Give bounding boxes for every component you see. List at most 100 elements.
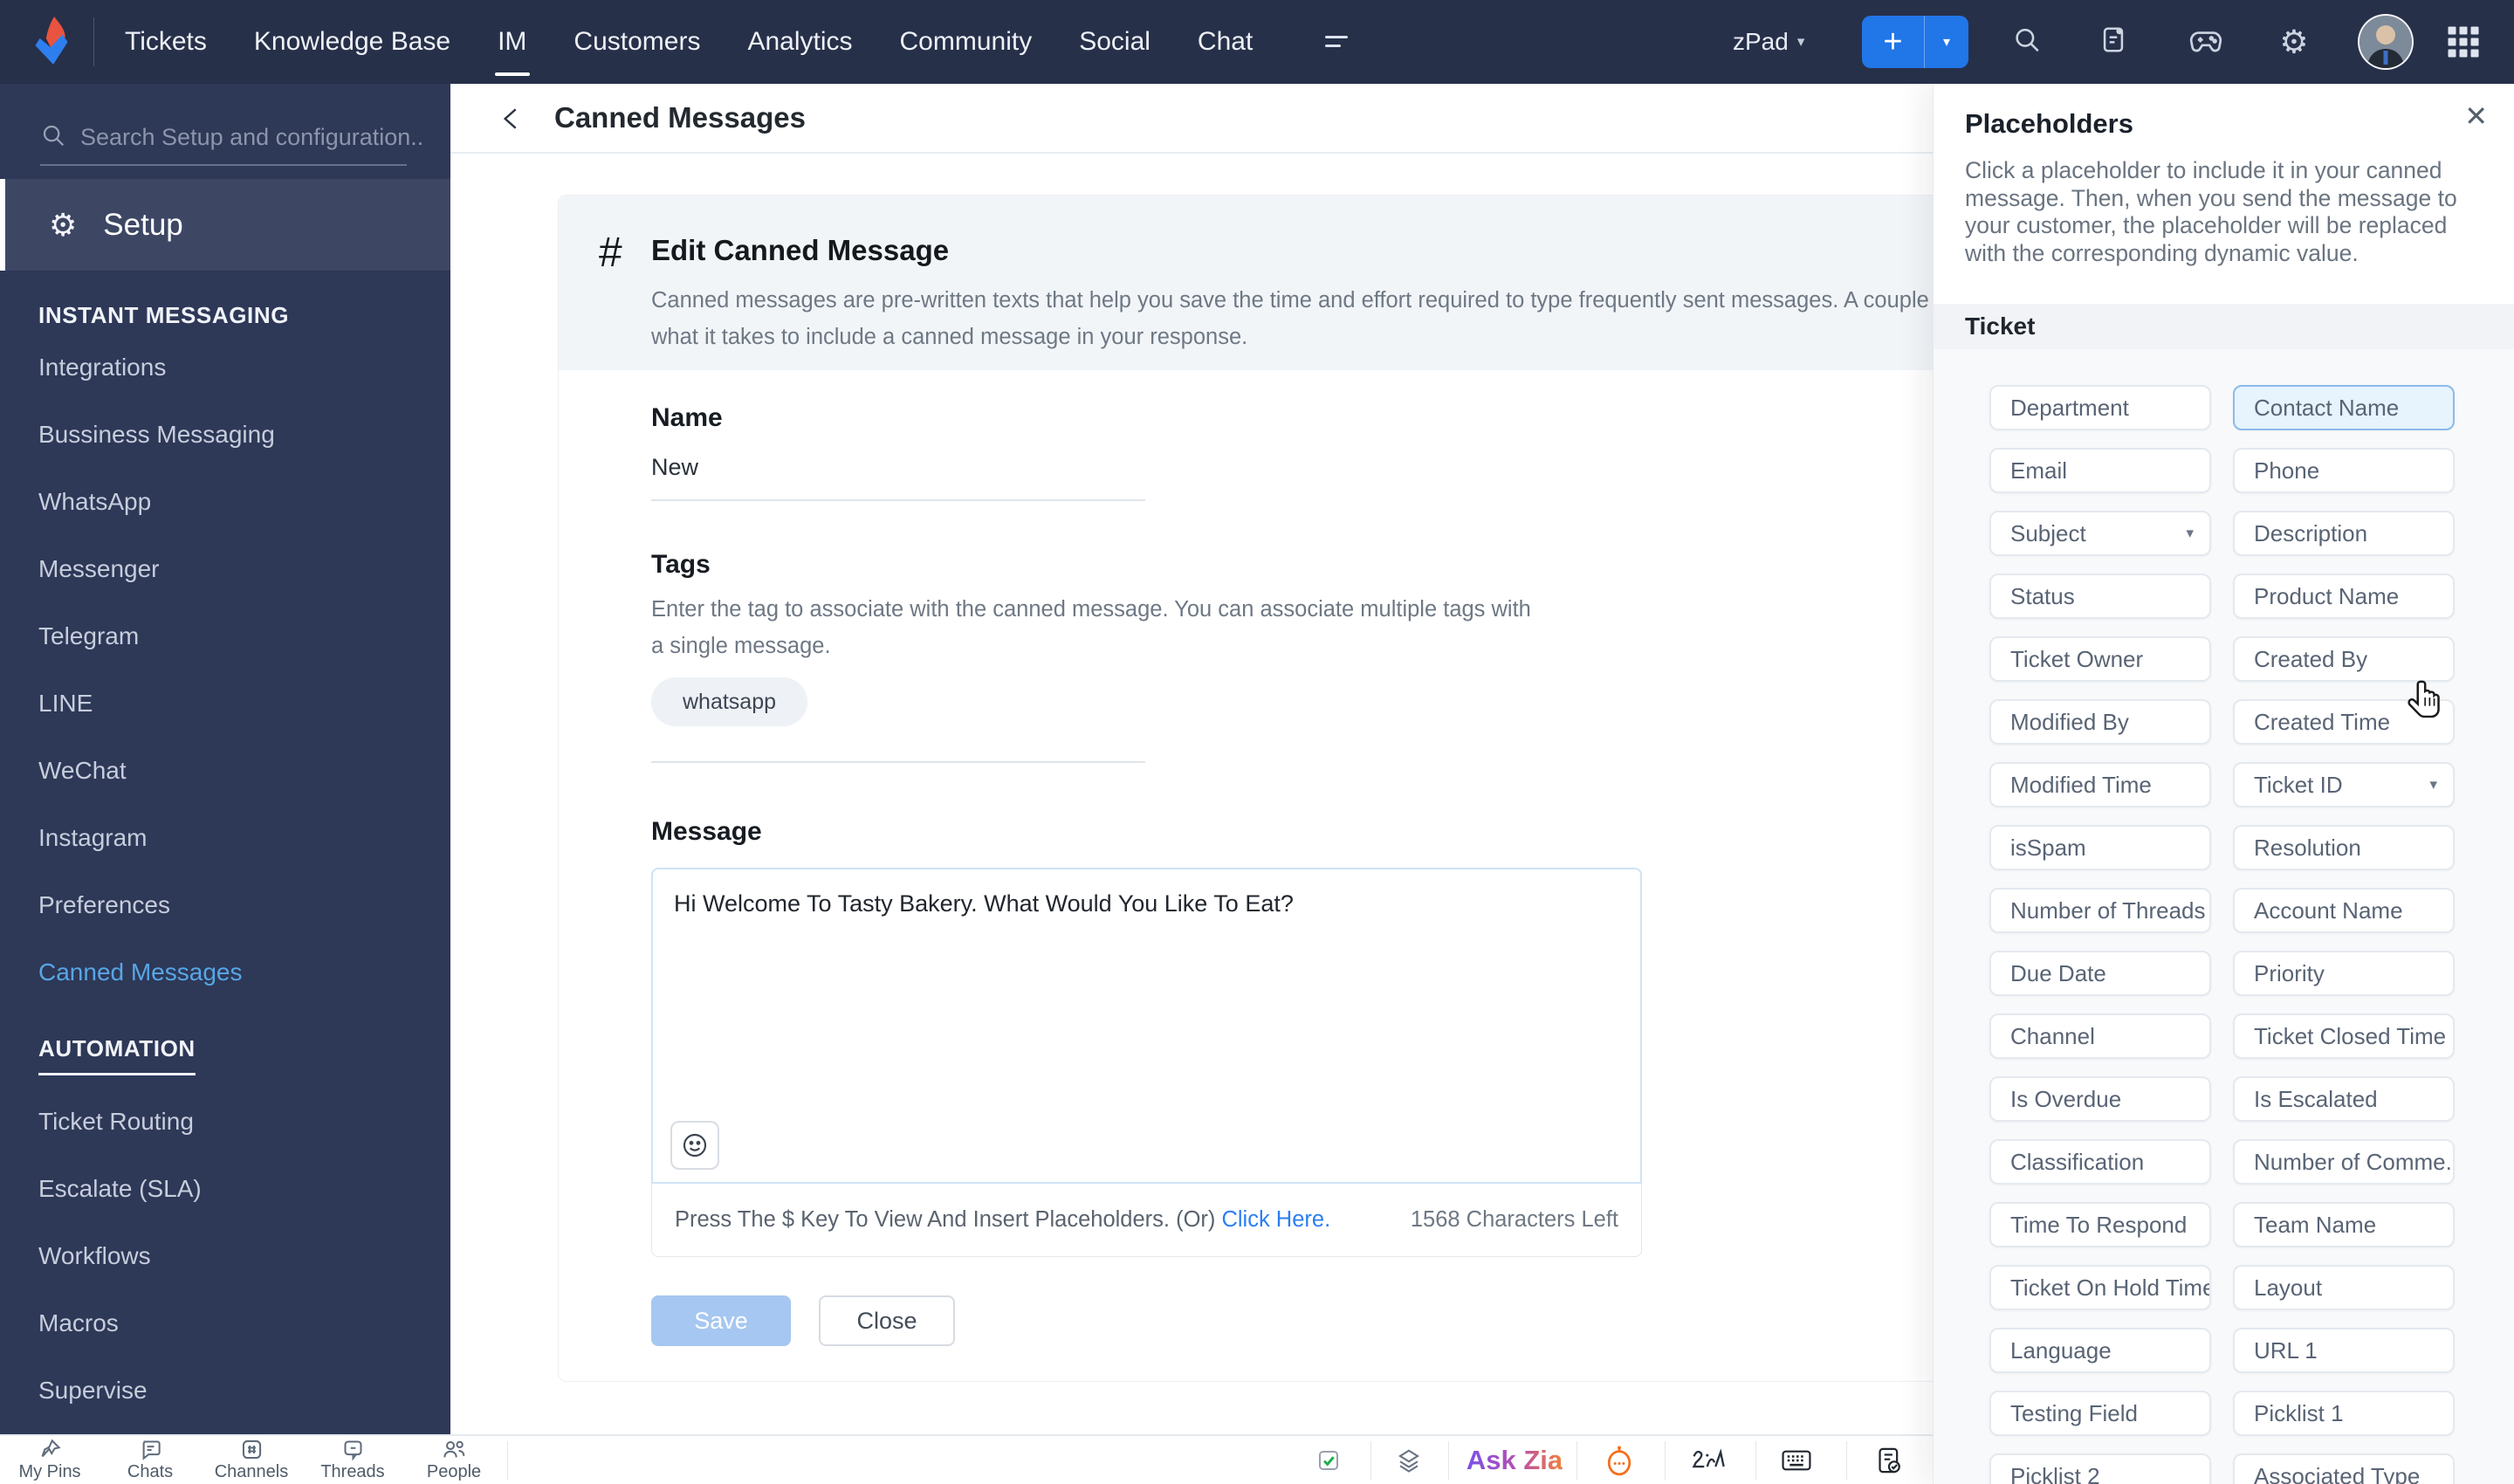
card-description-line2: what it takes to include a canned messag… <box>651 325 1248 349</box>
layers-icon[interactable] <box>1396 1436 1422 1484</box>
sidebar-item[interactable]: Ticket Routing <box>0 1088 450 1155</box>
search-icon[interactable] <box>2012 25 2042 59</box>
nav-item[interactable]: Knowledge Base <box>254 27 450 57</box>
placeholder-pill[interactable]: Ticket Owner ▾ <box>1989 636 2211 682</box>
sidebar-item[interactable]: Escalate (SLA) <box>0 1155 450 1222</box>
sidebar-item[interactable]: Bussiness Messaging <box>0 401 450 468</box>
placeholder-pill[interactable]: Modified By ▾ <box>1989 699 2211 745</box>
nav-item[interactable]: Community <box>900 27 1033 57</box>
bottombar-threads[interactable]: Threads <box>305 1436 401 1484</box>
placeholder-pill[interactable]: Language ▾ <box>1989 1328 2211 1373</box>
placeholder-pill[interactable]: Description ▾ <box>2233 511 2455 556</box>
placeholder-pill[interactable]: Account Name ▾ <box>2233 888 2455 933</box>
nav-more-icon[interactable] <box>1320 34 1348 64</box>
sidebar-item[interactable]: LINE <box>0 670 450 737</box>
save-button[interactable]: Save <box>651 1295 791 1346</box>
placeholder-pill[interactable]: Resolution ▾ <box>2233 825 2455 870</box>
placeholder-pill[interactable]: Associated Type ▾ <box>2233 1453 2455 1484</box>
nav-item[interactable]: Analytics <box>747 27 852 57</box>
tag-chip[interactable]: whatsapp <box>651 677 808 726</box>
emoji-button[interactable] <box>670 1121 719 1170</box>
bottombar-channels[interactable]: Channels <box>203 1436 299 1484</box>
tags-description-line2: a single message. <box>651 634 831 658</box>
tasks-checkbox-icon[interactable] <box>1315 1436 1342 1484</box>
sidebar-item[interactable]: WhatsApp <box>0 468 450 535</box>
department-selector[interactable]: zPad ▾ <box>1733 0 1804 84</box>
sidebar-item[interactable]: Supervise <box>0 1357 450 1424</box>
sidebar-item[interactable]: Workflows <box>0 1222 450 1289</box>
placeholder-pill[interactable]: Contact Name ▾ <box>2233 385 2455 430</box>
nav-item[interactable]: Social <box>1079 27 1151 57</box>
placeholder-pill[interactable]: Classification ▾ <box>1989 1139 2211 1185</box>
placeholder-pill[interactable]: Priority ▾ <box>2233 951 2455 996</box>
placeholder-pill[interactable]: URL 1 ▾ <box>2233 1328 2455 1373</box>
sidebar-item[interactable]: Macros <box>0 1289 450 1357</box>
close-button[interactable]: Close <box>819 1295 955 1346</box>
placeholder-pill[interactable]: Is Overdue ▾ <box>1989 1076 2211 1122</box>
placeholder-pill[interactable]: Picklist 1 ▾ <box>2233 1391 2455 1436</box>
placeholder-pill[interactable]: isSpam ▾ <box>1989 825 2211 870</box>
nav-item[interactable]: Customers <box>574 27 700 57</box>
placeholder-pill[interactable]: Phone ▾ <box>2233 448 2455 493</box>
sidebar-item[interactable]: Messenger <box>0 535 450 602</box>
click-here-link[interactable]: Click Here. <box>1221 1207 1330 1232</box>
nav-item[interactable]: Tickets <box>125 27 207 57</box>
placeholder-pill[interactable]: Ticket ID ▾ <box>2233 762 2455 807</box>
placeholder-pill[interactable]: Number of Comme... ▾ <box>2233 1139 2455 1185</box>
nav-item[interactable]: IM <box>498 27 526 57</box>
setup-search-input[interactable]: Search Setup and configuration.. <box>0 108 450 169</box>
placeholder-pill[interactable]: Layout ▾ <box>2233 1265 2455 1310</box>
placeholder-pill[interactable]: Number of Threads ▾ <box>1989 888 2211 933</box>
placeholder-pill[interactable]: Due Date ▾ <box>1989 951 2211 996</box>
bottombar-chats[interactable]: Chats <box>102 1436 198 1484</box>
placeholder-pill[interactable]: Department ▾ <box>1989 385 2211 430</box>
sidebar-item[interactable]: WeChat <box>0 737 450 804</box>
message-textarea[interactable]: Hi Welcome To Tasty Bakery. What Would Y… <box>651 868 1642 1184</box>
sidebar-item[interactable]: Canned Messages <box>0 938 450 1006</box>
keyboard-icon[interactable] <box>1781 1436 1812 1484</box>
zia-robot-icon[interactable] <box>1604 1436 1634 1484</box>
pin-icon <box>41 1439 61 1458</box>
release-notes-icon[interactable] <box>2098 25 2128 59</box>
placeholder-pill[interactable]: Status ▾ <box>1989 574 2211 619</box>
sidebar-item[interactable]: Preferences <box>0 871 450 938</box>
back-button[interactable] <box>499 105 527 137</box>
placeholder-pill[interactable]: Picklist 2 ▾ <box>1989 1453 2211 1484</box>
chevron-down-icon[interactable]: ▾ <box>1925 16 1968 68</box>
gamepad-icon[interactable] <box>2189 24 2222 61</box>
placeholder-pill[interactable]: Product Name ▾ <box>2233 574 2455 619</box>
sidebar-item[interactable]: Integrations <box>0 333 450 401</box>
avatar[interactable] <box>2358 14 2414 70</box>
zia-script-icon[interactable] <box>1691 1436 1726 1484</box>
placeholder-pill[interactable]: Created By ▾ <box>2233 636 2455 682</box>
section-header-ticket: Ticket <box>1934 304 2514 349</box>
close-icon[interactable]: ✕ <box>2464 100 2488 133</box>
bottombar-my-pins[interactable]: My Pins <box>2 1436 98 1484</box>
ask-zia-button[interactable]: Ask Zia <box>1466 1436 1563 1484</box>
smiley-icon <box>683 1133 707 1158</box>
placeholder-pill[interactable]: Modified Time ▾ <box>1989 762 2211 807</box>
placeholder-pill[interactable]: Email ▾ <box>1989 448 2211 493</box>
placeholder-pill[interactable]: Subject ▾ <box>1989 511 2211 556</box>
bottombar-people[interactable]: People <box>406 1436 502 1484</box>
sidebar-item[interactable]: Telegram <box>0 602 450 670</box>
placeholder-pill[interactable]: Ticket Closed Time ▾ <box>2233 1013 2455 1059</box>
nav-item[interactable]: Chat <box>1198 27 1253 57</box>
placeholder-pill[interactable]: Is Escalated ▾ <box>2233 1076 2455 1122</box>
sidebar-item[interactable]: Instagram <box>0 804 450 871</box>
placeholder-pill[interactable]: Channel ▾ <box>1989 1013 2211 1059</box>
sidebar-item-setup[interactable]: ⚙ Setup <box>0 179 450 271</box>
apps-grid-icon[interactable] <box>2448 26 2479 58</box>
name-input[interactable]: New <box>651 454 698 481</box>
placeholder-pill[interactable]: Ticket On Hold Time ▾ <box>1989 1265 2211 1310</box>
placeholder-pill[interactable]: Testing Field ▾ <box>1989 1391 2211 1436</box>
panel-title: Placeholders <box>1965 108 2133 139</box>
placeholder-pill[interactable]: Time To Respond ▾ <box>1989 1202 2211 1247</box>
plus-icon[interactable]: + <box>1862 16 1925 68</box>
channel-hash-icon <box>242 1439 261 1460</box>
gear-icon[interactable]: ⚙ <box>2279 24 2308 61</box>
quick-add-split-button[interactable]: + ▾ <box>1862 16 1968 68</box>
clipboard-check-icon[interactable] <box>1875 1436 1903 1484</box>
app-logo-icon[interactable] <box>23 12 80 70</box>
placeholder-pill[interactable]: Team Name ▾ <box>2233 1202 2455 1247</box>
